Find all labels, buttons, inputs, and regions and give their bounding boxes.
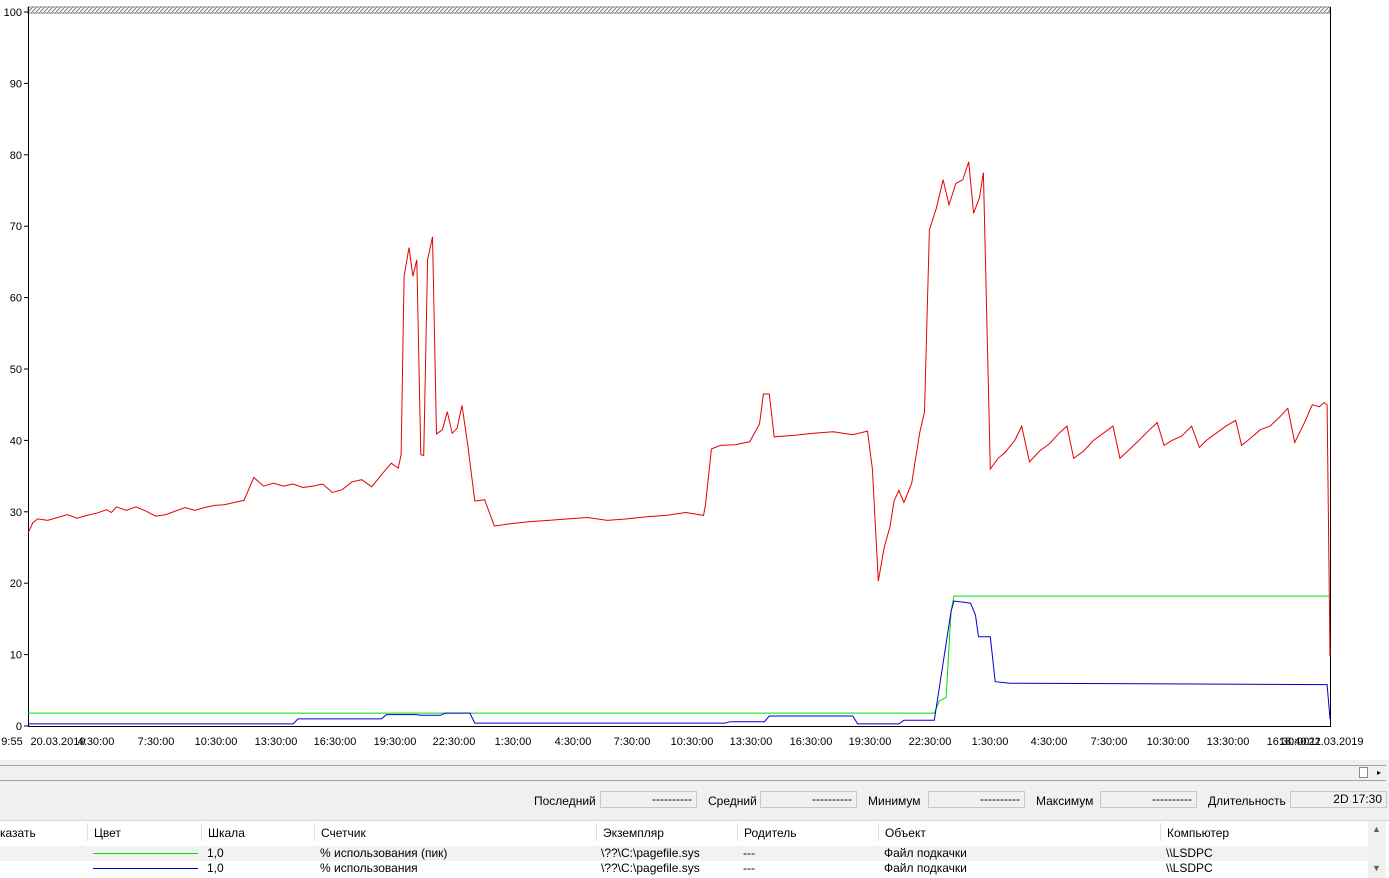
x-tick-label: 4:30:00 [1031,736,1068,748]
x-tick-label: 22:30:00 [433,736,476,748]
x-tick-label: 16:30:00 [314,736,357,748]
statistics-bar: Последний ---------- Средний ---------- … [0,788,1389,814]
y-tick-label: 50 [10,364,22,376]
x-tick-label: 10:30:00 [195,736,238,748]
x-tick-label: 7:30:00 [138,736,175,748]
x-tick-label: 1:30:00 [495,736,532,748]
maximum-label: Максимум [1036,794,1094,808]
x-tick-label: 13:30:00 [730,736,773,748]
series-line-1 [28,595,1330,714]
top-hatch-band [27,6,1331,14]
x-tick-label: 7:30:00 [614,736,651,748]
x-tick-label: 4:30:00 [555,736,592,748]
average-label: Средний [708,794,757,808]
duration-value: 2D 17:30 [1290,791,1387,808]
time-scrollbar[interactable]: ▸ [0,765,1386,781]
header-computer[interactable]: Компьютер [1167,826,1229,840]
x-tick-label: 13:30:00 [255,736,298,748]
column-separator [596,823,597,841]
x-tick-label: 22:30:00 [909,736,952,748]
y-tick-label: 100 [4,7,22,19]
x-tick-label: 22.03.2019 [1308,736,1363,748]
y-tick-label: 40 [10,435,22,447]
average-value: ---------- [760,791,857,808]
minimum-value: ---------- [928,791,1025,808]
chart-svg: 1009080706050403020100 9:55 20.03.20194:3… [1,6,1364,748]
legend-scale: 1,0 [207,861,224,875]
legend-parent: --- [743,846,755,860]
legend-instance: \??\C:\pagefile.sys [601,846,700,860]
legend-object: Файл подкачки [884,861,967,875]
y-tick-label: 90 [10,78,22,90]
x-tick-label: 1:30:00 [972,736,1009,748]
header-instance[interactable]: Экземпляр [603,826,664,840]
scroll-down-arrow-icon[interactable]: ▼ [1372,863,1381,873]
x-tick-label: 4:30:00 [78,736,115,748]
legend-row-pagefile-peak[interactable]: 1,0 % использования (пик) \??\C:\pagefil… [0,846,1368,861]
duration-label: Длительность [1208,794,1286,808]
column-separator [314,823,315,841]
x-tick-label: 10:30:00 [1147,736,1190,748]
header-counter[interactable]: Счетчик [321,826,366,840]
series-line-2 [28,600,1331,725]
legend-scale: 1,0 [207,846,224,860]
column-separator [87,823,88,841]
legend-counter: % использования [320,861,418,875]
header-scale[interactable]: Шкала [208,826,245,840]
y-tick-label: 30 [10,507,22,519]
x-tick-label: 19:30:00 [374,736,417,748]
y-tick-label: 60 [10,293,22,305]
column-separator [1160,823,1161,841]
x-tick-label: 7:30:00 [1091,736,1128,748]
counter-legend-table[interactable]: казать Цвет Шкала Счетчик Экземпляр Роди… [0,820,1389,878]
legend-computer: \\LSDPC [1166,846,1213,860]
header-parent[interactable]: Родитель [744,826,796,840]
maximum-value: ---------- [1100,791,1197,808]
legend-counter: % использования (пик) [320,846,448,860]
scroll-right-arrow-icon[interactable]: ▸ [1372,766,1386,780]
x-tick-label: 19:30:00 [849,736,892,748]
y-tick-label: 10 [10,650,22,662]
series-line-0 [27,161,1331,657]
y-tick-label: 80 [10,150,22,162]
last-label: Последний [534,794,596,808]
legend-color-swatch [93,853,198,854]
legend-object: Файл подкачки [884,846,967,860]
y-tick-label: 70 [10,221,22,233]
header-show[interactable]: казать [0,826,36,840]
header-color[interactable]: Цвет [94,826,121,840]
y-tick-label: 20 [10,578,22,590]
column-separator [737,823,738,841]
y-tick-label: 0 [16,721,22,733]
x-tick-label: 10:30:00 [671,736,714,748]
x-tick-label: 9:55 [1,736,22,748]
scroll-up-arrow-icon[interactable]: ▲ [1372,824,1381,834]
legend-row-pagefile-usage[interactable]: 1,0 % использования \??\C:\pagefile.sys … [0,861,1368,876]
last-value: ---------- [600,791,697,808]
column-separator [201,823,202,841]
legend-scrollbar[interactable]: ▲ ▼ [1368,821,1386,878]
scroll-thumb[interactable] [1359,767,1368,778]
legend-instance: \??\C:\pagefile.sys [601,861,700,875]
x-tick-label: 13:30:00 [1207,736,1250,748]
header-object[interactable]: Объект [885,826,926,840]
x-tick-label: 16:30:00 [790,736,833,748]
legend-parent: --- [743,861,755,875]
minimum-label: Минимум [868,794,921,808]
legend-color-swatch [93,868,198,869]
performance-graph[interactable]: 100 90 80 70 60 50 40 30 20 10 0 9:55 20.03.2019 4:3… [0,0,1389,760]
legend-computer: \\LSDPC [1166,861,1213,875]
column-separator [878,823,879,841]
